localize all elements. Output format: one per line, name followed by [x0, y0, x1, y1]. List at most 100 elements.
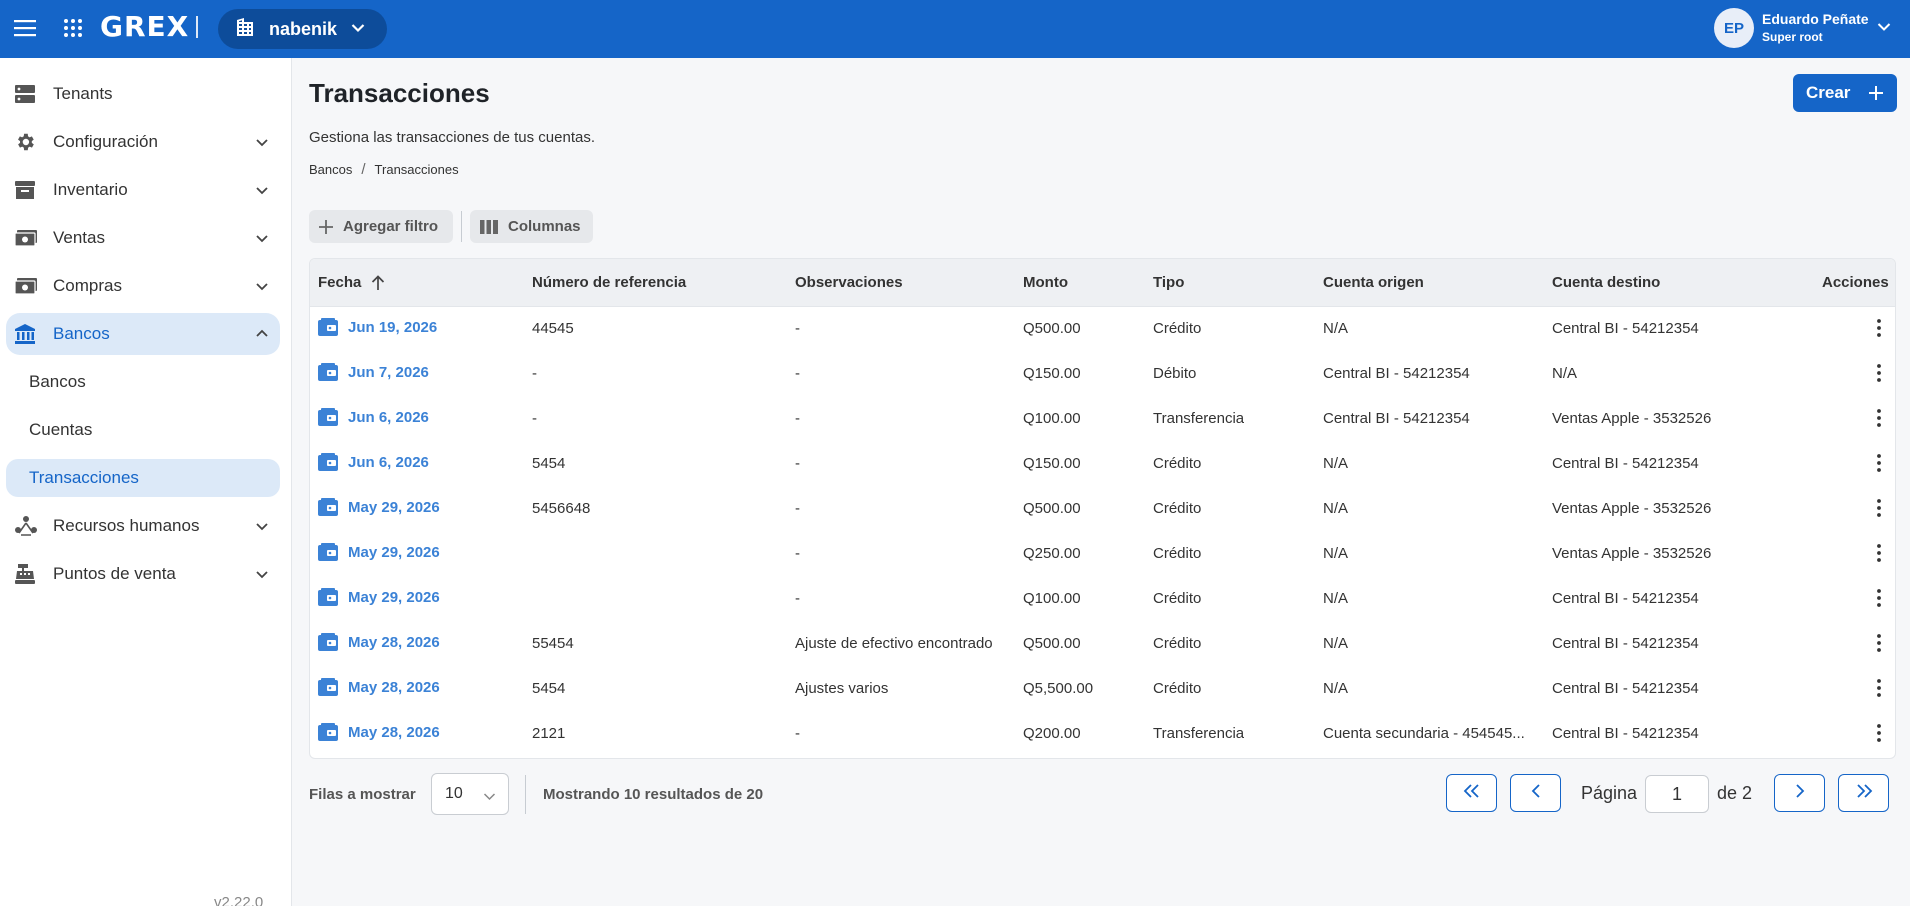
sidebar-item-label: Compras — [53, 276, 122, 295]
sidebar-subitem-transacciones[interactable]: Transacciones — [6, 459, 280, 497]
transaction-date-link[interactable]: Jun 19, 2026 — [318, 318, 437, 336]
wallet-icon — [318, 408, 338, 426]
page-title: Transacciones — [309, 78, 490, 108]
chevron-up-icon — [254, 326, 270, 342]
breadcrumb-link-bancos[interactable]: Bancos — [309, 162, 352, 177]
more-actions-icon[interactable] — [1870, 319, 1888, 341]
column-header-cuenta-destino[interactable]: Cuenta destino — [1552, 274, 1660, 291]
bank-icon — [14, 323, 38, 347]
more-actions-icon[interactable] — [1870, 544, 1888, 566]
column-header-monto[interactable]: Monto — [1023, 274, 1068, 291]
sidebar-item-inventario[interactable]: Inventario — [6, 169, 280, 211]
cell-cuenta-origen: N/A — [1323, 455, 1349, 472]
transaction-date-link[interactable]: May 29, 2026 — [318, 588, 440, 606]
transaction-date-link[interactable]: May 28, 2026 — [318, 723, 440, 741]
transaction-date: May 29, 2026 — [348, 498, 440, 516]
transaction-date-link[interactable]: May 29, 2026 — [318, 543, 440, 561]
cell-cuenta-destino: Ventas Apple - 3532526 — [1552, 410, 1712, 427]
more-actions-icon[interactable] — [1870, 679, 1888, 701]
cell-monto: Q100.00 — [1023, 410, 1081, 427]
cell-cuenta-destino: N/A — [1552, 365, 1578, 382]
transaction-date: May 29, 2026 — [348, 543, 440, 561]
sidebar-subitem-label: Bancos — [29, 372, 86, 391]
transaction-date-link[interactable]: May 28, 2026 — [318, 633, 440, 651]
cell-referencia: 5454 — [532, 455, 566, 472]
sidebar-item-recursos-humanos[interactable]: Recursos humanos — [6, 505, 280, 547]
footer-divider — [525, 775, 526, 814]
more-actions-icon[interactable] — [1870, 364, 1888, 386]
wallet-icon — [318, 363, 338, 381]
table-row: May 29, 2026 - Q100.00 Crédito N/A Central BI… — [310, 577, 1895, 622]
server-icon — [14, 83, 38, 107]
transaction-date-link[interactable]: Jun 6, 2026 — [318, 408, 429, 426]
tenant-selector[interactable]: nabenik — [218, 9, 387, 49]
chevron-left-icon — [1531, 783, 1541, 803]
apps-grid-icon[interactable] — [61, 16, 85, 40]
more-actions-icon[interactable] — [1870, 634, 1888, 656]
first-page-button[interactable] — [1446, 774, 1497, 812]
next-page-button[interactable] — [1774, 774, 1825, 812]
sort-ascending-icon — [371, 274, 385, 291]
cell-monto: Q5,500.00 — [1023, 680, 1094, 697]
cell-cuenta-destino: Central BI - 54212354 — [1552, 725, 1699, 742]
cell-monto: Q100.00 — [1023, 590, 1081, 607]
sidebar-item-configuracion[interactable]: Configuración — [6, 121, 280, 163]
add-filter-label: Agregar filtro — [343, 218, 439, 235]
cell-tipo: Crédito — [1153, 680, 1202, 697]
rows-per-page-select[interactable]: 10 — [431, 773, 509, 815]
cell-observaciones: - — [795, 365, 800, 382]
transaction-date-link[interactable]: Jun 7, 2026 — [318, 363, 429, 381]
column-header-observaciones[interactable]: Observaciones — [795, 274, 903, 291]
cell-tipo: Crédito — [1153, 635, 1202, 652]
transaction-date-link[interactable]: May 29, 2026 — [318, 498, 440, 516]
sidebar-item-ventas[interactable]: Ventas — [6, 217, 280, 259]
table-row: Jun 6, 2026 5454 - Q150.00 Crédito N/A Central… — [310, 442, 1895, 487]
sidebar-item-compras[interactable]: Compras — [6, 265, 280, 307]
cell-monto: Q150.00 — [1023, 365, 1081, 382]
more-actions-icon[interactable] — [1870, 724, 1888, 746]
cell-monto: Q500.00 — [1023, 500, 1081, 517]
columns-button[interactable]: Columnas — [470, 210, 593, 243]
sidebar-item-puntos-de-venta[interactable]: Puntos de venta — [6, 553, 280, 595]
more-actions-icon[interactable] — [1870, 454, 1888, 476]
user-name: Eduardo Peñate — [1762, 11, 1869, 27]
sidebar: Tenants Configuración Inventario Ventas … — [0, 58, 292, 906]
cell-tipo: Débito — [1153, 365, 1197, 382]
create-button[interactable]: Crear — [1793, 74, 1897, 112]
last-page-button[interactable] — [1838, 774, 1889, 812]
transaction-date-link[interactable]: Jun 6, 2026 — [318, 453, 429, 471]
wallet-icon — [318, 543, 338, 561]
create-button-label: Crear — [1806, 83, 1851, 102]
cell-cuenta-destino: Central BI - 54212354 — [1552, 680, 1699, 697]
cell-observaciones: - — [795, 590, 800, 607]
sidebar-subitem-cuentas[interactable]: Cuentas — [6, 411, 280, 449]
previous-page-button[interactable] — [1510, 774, 1561, 812]
wallet-icon — [318, 633, 338, 651]
cell-tipo: Transferencia — [1153, 725, 1245, 742]
column-header-referencia[interactable]: Número de referencia — [532, 274, 686, 291]
app-logo[interactable]: GREX — [100, 10, 189, 43]
columns-icon — [480, 219, 498, 234]
logo-divider — [196, 16, 198, 38]
cell-observaciones: - — [795, 410, 800, 427]
column-header-tipo[interactable]: Tipo — [1153, 274, 1184, 291]
more-actions-icon[interactable] — [1870, 409, 1888, 431]
sidebar-subitem-bancos[interactable]: Bancos — [6, 363, 280, 401]
tenant-name: nabenik — [269, 18, 338, 39]
page-number-input[interactable] — [1645, 775, 1709, 813]
wallet-icon — [318, 678, 338, 696]
column-header-fecha[interactable]: Fecha — [318, 274, 385, 291]
menu-icon[interactable] — [13, 16, 37, 40]
more-actions-icon[interactable] — [1870, 499, 1888, 521]
sidebar-item-tenants[interactable]: Tenants — [6, 73, 280, 115]
add-filter-button[interactable]: Agregar filtro — [309, 210, 453, 243]
user-menu[interactable]: EP Eduardo Peñate Super root — [1714, 8, 1891, 48]
sidebar-item-label: Bancos — [53, 324, 110, 343]
more-actions-icon[interactable] — [1870, 589, 1888, 611]
column-header-cuenta-origen[interactable]: Cuenta origen — [1323, 274, 1424, 291]
breadcrumb: Bancos / Transacciones — [309, 161, 459, 178]
cell-referencia: 44545 — [532, 320, 574, 337]
user-role: Super root — [1762, 30, 1823, 44]
sidebar-item-bancos[interactable]: Bancos — [6, 313, 280, 355]
transaction-date-link[interactable]: May 28, 2026 — [318, 678, 440, 696]
